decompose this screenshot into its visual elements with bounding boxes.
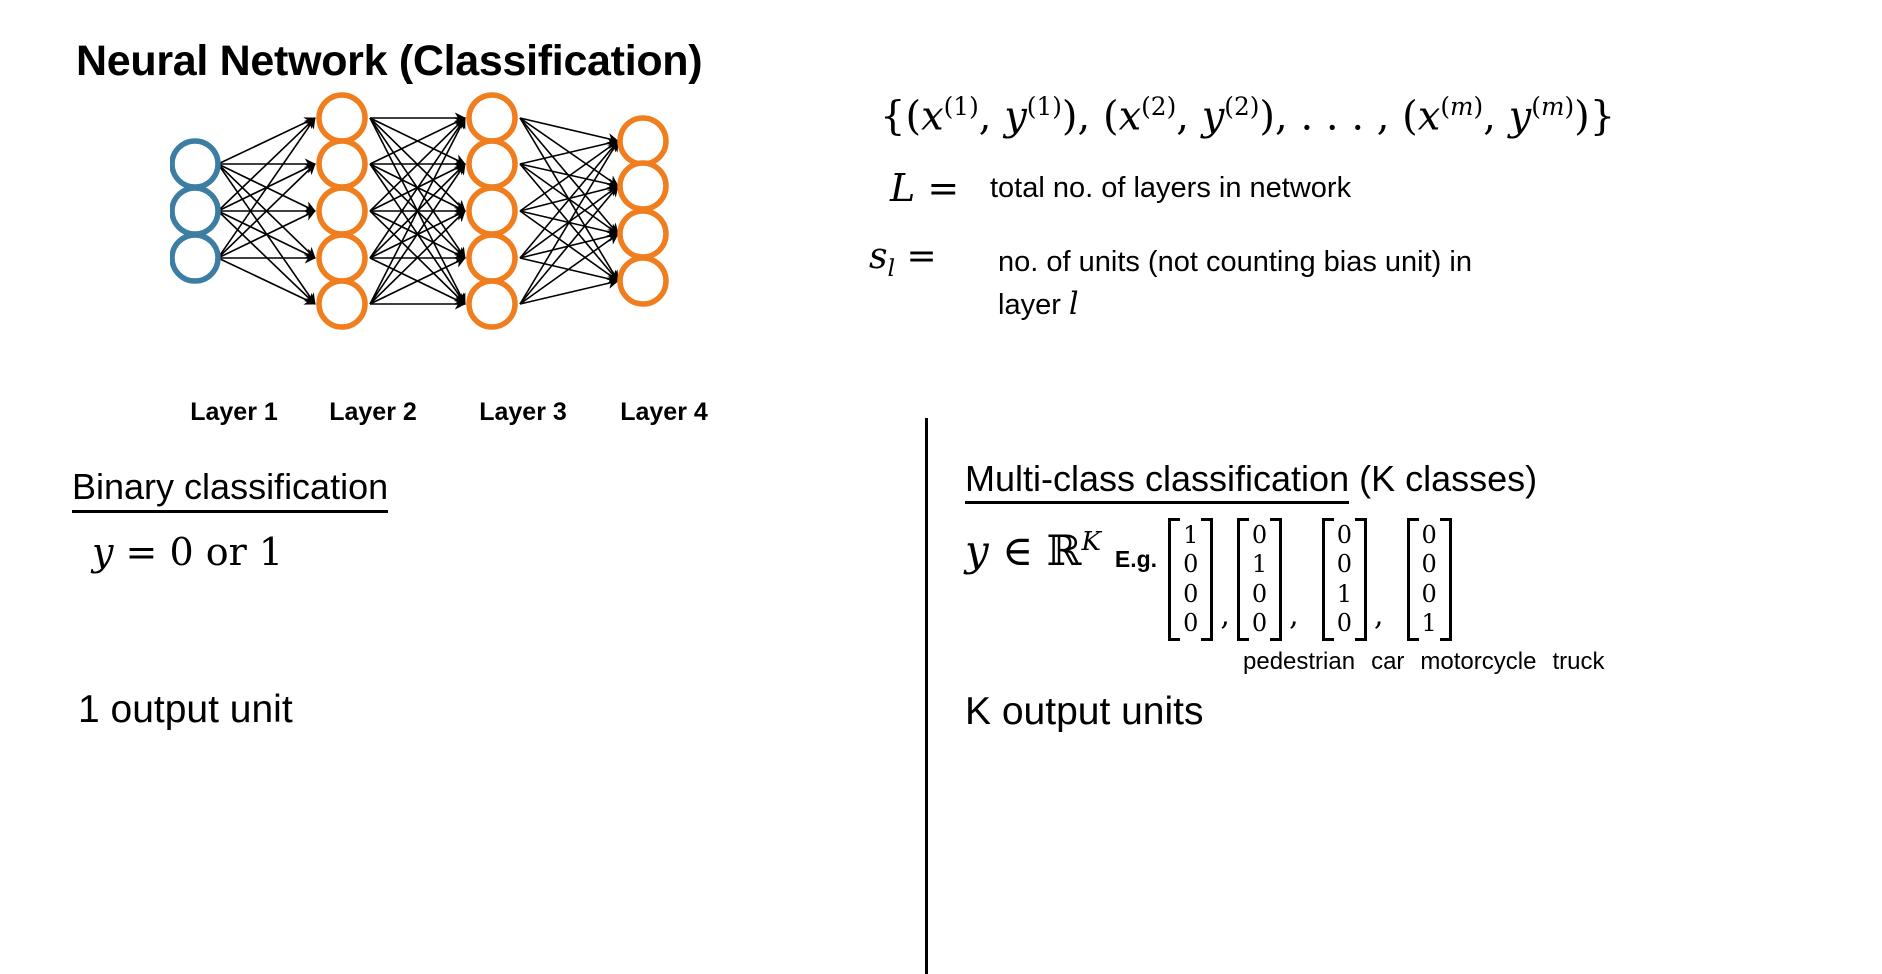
node <box>170 185 221 237</box>
node <box>170 232 221 284</box>
layer-2-nodes <box>316 92 368 330</box>
node <box>316 278 368 330</box>
vector-component: 0 <box>1251 579 1268 608</box>
eg-label: E.g. <box>1114 546 1158 572</box>
vector-component: 0 <box>1421 579 1437 608</box>
layer-label-3: Layer 3 <box>479 398 567 426</box>
vector-component: 0 <box>1183 550 1199 579</box>
one-hot-vector-truck: 0 0 0 1 <box>1406 518 1453 642</box>
neural-network-diagram <box>170 86 730 336</box>
page-title: Neural Network (Classification) <box>76 37 703 85</box>
binary-output-unit-text: 1 output unit <box>78 688 293 731</box>
vector-component: 0 <box>1336 521 1352 549</box>
one-hot-vectors: 1 0 0 0 , 0 1 0 0 , 0 0 1 0 , 0 0 0 1 <box>1167 518 1453 642</box>
vector-component: 0 <box>1251 608 1268 637</box>
multiclass-heading-tail: (K classes) <box>1359 458 1538 499</box>
node <box>170 138 221 190</box>
node <box>316 185 368 237</box>
edges-layer3-layer4 <box>519 117 619 305</box>
definition-sl-line2-prefix: layer <box>998 289 1061 322</box>
node <box>617 160 669 212</box>
definition-L-symbol: L = <box>890 166 960 210</box>
class-label-car: car <box>1371 648 1405 675</box>
layer-1-nodes <box>170 138 221 284</box>
node <box>466 92 518 144</box>
binary-classification-formula: y = 0 or 1 <box>92 530 284 574</box>
node <box>466 185 518 237</box>
vector-component: 0 <box>1421 521 1437 549</box>
node <box>617 208 669 260</box>
class-labels: pedestrian car motorcycle truck <box>1243 648 1604 676</box>
node <box>466 278 518 330</box>
node <box>466 232 518 284</box>
node <box>316 232 368 284</box>
multiclass-classification-heading: Multi-class classification (K classes) <box>965 458 1538 504</box>
vector-component: 0 <box>1336 608 1352 637</box>
vector-component: 0 <box>1183 608 1199 637</box>
vector-separator: , <box>1374 598 1384 634</box>
definition-sl-line1: no. of units (not counting bias unit) in <box>998 246 1472 278</box>
multiclass-heading-main: Multi-class classification <box>965 458 1350 504</box>
class-label-pedestrian: pedestrian <box>1243 648 1356 675</box>
definition-sl-text: no. of units (not counting bias unit) in… <box>998 242 1618 326</box>
vector-separator: , <box>1220 598 1230 634</box>
layer-3-nodes <box>466 92 518 330</box>
vector-separator: , <box>1289 598 1299 634</box>
definition-sl-symbol: sl = <box>869 236 937 283</box>
node <box>617 115 669 167</box>
node <box>316 138 368 190</box>
one-hot-vector-car: 0 1 0 0 <box>1236 518 1283 642</box>
vector-component: 1 <box>1183 521 1199 549</box>
vector-component: 1 <box>1336 579 1352 608</box>
vector-component: 0 <box>1421 550 1437 579</box>
layer-labels: Layer 1 Layer 2 Layer 3 Layer 4 <box>170 398 730 427</box>
edges-layer1-layer2 <box>217 117 316 305</box>
vector-component: 0 <box>1183 579 1199 608</box>
y-in-rk-formula: y ∈ ℝK <box>965 526 1101 575</box>
class-label-motorcycle: motorcycle <box>1420 648 1537 675</box>
layer-4-nodes <box>617 115 669 307</box>
layer-label-2: Layer 2 <box>329 398 417 426</box>
node <box>466 138 518 190</box>
network-svg <box>170 92 669 330</box>
class-label-truck: truck <box>1552 648 1605 675</box>
definition-L-text: total no. of layers in network <box>990 172 1352 204</box>
vector-component: 0 <box>1251 521 1268 549</box>
one-hot-vector-motorcycle: 0 0 1 0 <box>1321 518 1368 642</box>
vector-component: 1 <box>1421 608 1437 637</box>
column-divider <box>925 418 928 974</box>
training-set-formula: {(x(1), y(1)), (x(2), y(2)), . . . , (x(… <box>880 92 1616 140</box>
layer-label-1: Layer 1 <box>190 398 278 426</box>
layer-label-4: Layer 4 <box>620 398 708 426</box>
vector-component: 0 <box>1336 550 1352 579</box>
edges-layer2-layer3 <box>369 112 466 310</box>
node <box>617 255 669 307</box>
definition-sl-line2: layer l <box>998 283 1618 326</box>
vector-component: 1 <box>1251 550 1268 579</box>
one-hot-vector-pedestrian: 1 0 0 0 <box>1168 518 1214 642</box>
binary-classification-heading: Binary classification <box>72 466 389 513</box>
node <box>316 92 368 144</box>
definition-sl-line2-var: l <box>1068 287 1079 323</box>
multiclass-output-units-text: K output units <box>965 690 1204 733</box>
multiclass-formula-row: y ∈ ℝK E.g. 1 0 0 0 , 0 1 0 0 , 0 0 1 0 … <box>965 518 1453 642</box>
